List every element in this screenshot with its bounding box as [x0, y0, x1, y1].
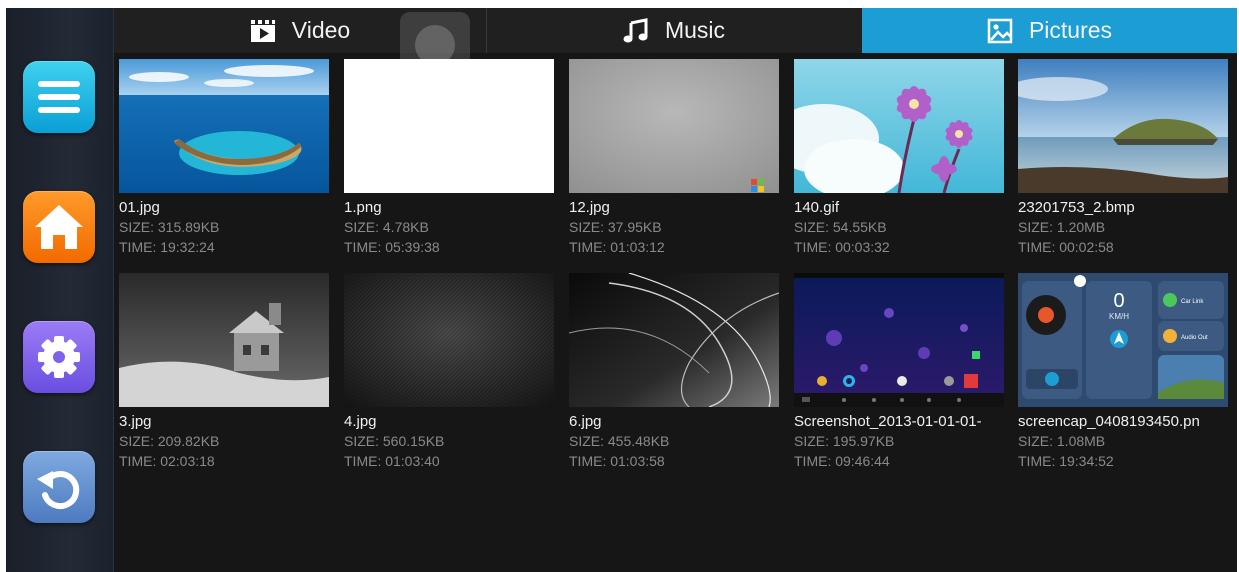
file-time: TIME: 01:03:12	[569, 239, 665, 255]
menu-button[interactable]	[23, 61, 95, 133]
file-size: SIZE: 209.82KB	[119, 433, 220, 449]
home-icon	[35, 205, 83, 249]
thumbnail-island	[119, 59, 329, 193]
file-size: SIZE: 37.95KB	[569, 219, 662, 235]
tab-pictures[interactable]: Pictures	[862, 8, 1237, 53]
tab-music[interactable]: Music	[487, 8, 861, 53]
thumbnail-abstract-curves	[569, 273, 779, 407]
file-size: SIZE: 54.55KB	[794, 219, 887, 235]
file-time: TIME: 19:34:52	[1018, 453, 1114, 469]
file-time: TIME: 00:03:32	[794, 239, 890, 255]
file-tile[interactable]: 3.jpg SIZE: 209.82KB TIME: 02:03:18	[119, 273, 329, 471]
file-time: TIME: 05:39:38	[344, 239, 440, 255]
file-name: 4.jpg	[344, 413, 377, 430]
file-tile[interactable]: 6.jpg SIZE: 455.48KB TIME: 01:03:58	[569, 273, 779, 471]
file-name: 6.jpg	[569, 413, 602, 430]
file-time: TIME: 09:46:44	[794, 453, 890, 469]
speed-unit: KM/H	[1109, 312, 1129, 321]
back-arrow-icon	[37, 471, 80, 510]
file-tile[interactable]: Screenshot_2013-01-01-01- SIZE: 195.97KB…	[794, 273, 1004, 471]
thumbnail-coast	[1018, 59, 1228, 193]
file-size: SIZE: 560.15KB	[344, 433, 445, 449]
thumbnail-snow-house	[119, 273, 329, 407]
file-tile[interactable]: 0 KM/H Car Link Audio Out screencap_0408…	[1018, 273, 1228, 471]
file-tile[interactable]: 01.jpg SIZE: 315.89KB TIME: 19:32:24	[119, 59, 329, 257]
file-size: SIZE: 1.08MB	[1018, 433, 1106, 449]
file-name: 12.jpg	[569, 199, 610, 216]
tab-music-label: Music	[664, 17, 726, 43]
gear-icon	[38, 336, 80, 378]
menu-icon	[38, 81, 80, 113]
file-size: SIZE: 455.48KB	[569, 433, 670, 449]
tab-video-label: Video	[291, 17, 351, 43]
file-time: TIME: 02:03:18	[119, 453, 215, 469]
file-name: 3.jpg	[119, 413, 152, 430]
thumbnail-gray-wallpaper	[569, 59, 779, 193]
file-name: 01.jpg	[119, 199, 160, 216]
thumbnail-blank	[344, 59, 554, 193]
file-name: 1.png	[344, 199, 382, 216]
file-time: TIME: 19:32:24	[119, 239, 215, 255]
file-size: SIZE: 195.97KB	[794, 433, 895, 449]
file-time: TIME: 01:03:58	[569, 453, 665, 469]
home-button[interactable]	[23, 191, 95, 263]
file-name: 23201753_2.bmp	[1018, 199, 1135, 216]
tab-pictures-label: Pictures	[1028, 17, 1113, 43]
car-link-label: Car Link	[1181, 299, 1204, 305]
file-name: screencap_0408193450.pn	[1018, 413, 1200, 430]
file-name: Screenshot_2013-01-01-01-	[794, 413, 982, 430]
file-tile[interactable]: 140.gif SIZE: 54.55KB TIME: 00:03:32	[794, 59, 1004, 257]
video-clapper-icon	[250, 19, 276, 43]
file-tile[interactable]: 4.jpg SIZE: 560.15KB TIME: 01:03:40	[344, 273, 554, 471]
settings-button[interactable]	[23, 321, 95, 393]
file-size: SIZE: 315.89KB	[119, 219, 220, 235]
thumbnail-dark-texture	[344, 273, 554, 407]
file-time: TIME: 00:02:58	[1018, 239, 1114, 255]
tab-bar: Video Music Pictures	[114, 8, 1237, 53]
picture-icon	[987, 18, 1013, 44]
audio-out-label: Audio Out	[1181, 335, 1208, 341]
file-tile[interactable]: 23201753_2.bmp SIZE: 1.20MB TIME: 00:02:…	[1018, 59, 1228, 257]
file-time: TIME: 01:03:40	[344, 453, 440, 469]
thumbnail-android-homescreen	[794, 273, 1004, 407]
file-name: 140.gif	[794, 199, 840, 216]
file-size: SIZE: 4.78KB	[344, 219, 429, 235]
music-note-icon	[623, 17, 649, 44]
file-tile[interactable]: 12.jpg SIZE: 37.95KB TIME: 01:03:12	[569, 59, 779, 257]
app-screen: Video Music Pictures 01.jpg SIZE: 315.89…	[6, 8, 1237, 572]
thumbnail-car-launcher: 0 KM/H Car Link Audio Out	[1018, 273, 1228, 407]
file-size: SIZE: 1.20MB	[1018, 219, 1106, 235]
sidebar	[6, 8, 114, 572]
back-button[interactable]	[23, 451, 95, 523]
thumbnail-flowers	[794, 59, 1004, 193]
file-tile[interactable]: 1.png SIZE: 4.78KB TIME: 05:39:38	[344, 59, 554, 257]
speed-value: 0	[1113, 290, 1124, 312]
